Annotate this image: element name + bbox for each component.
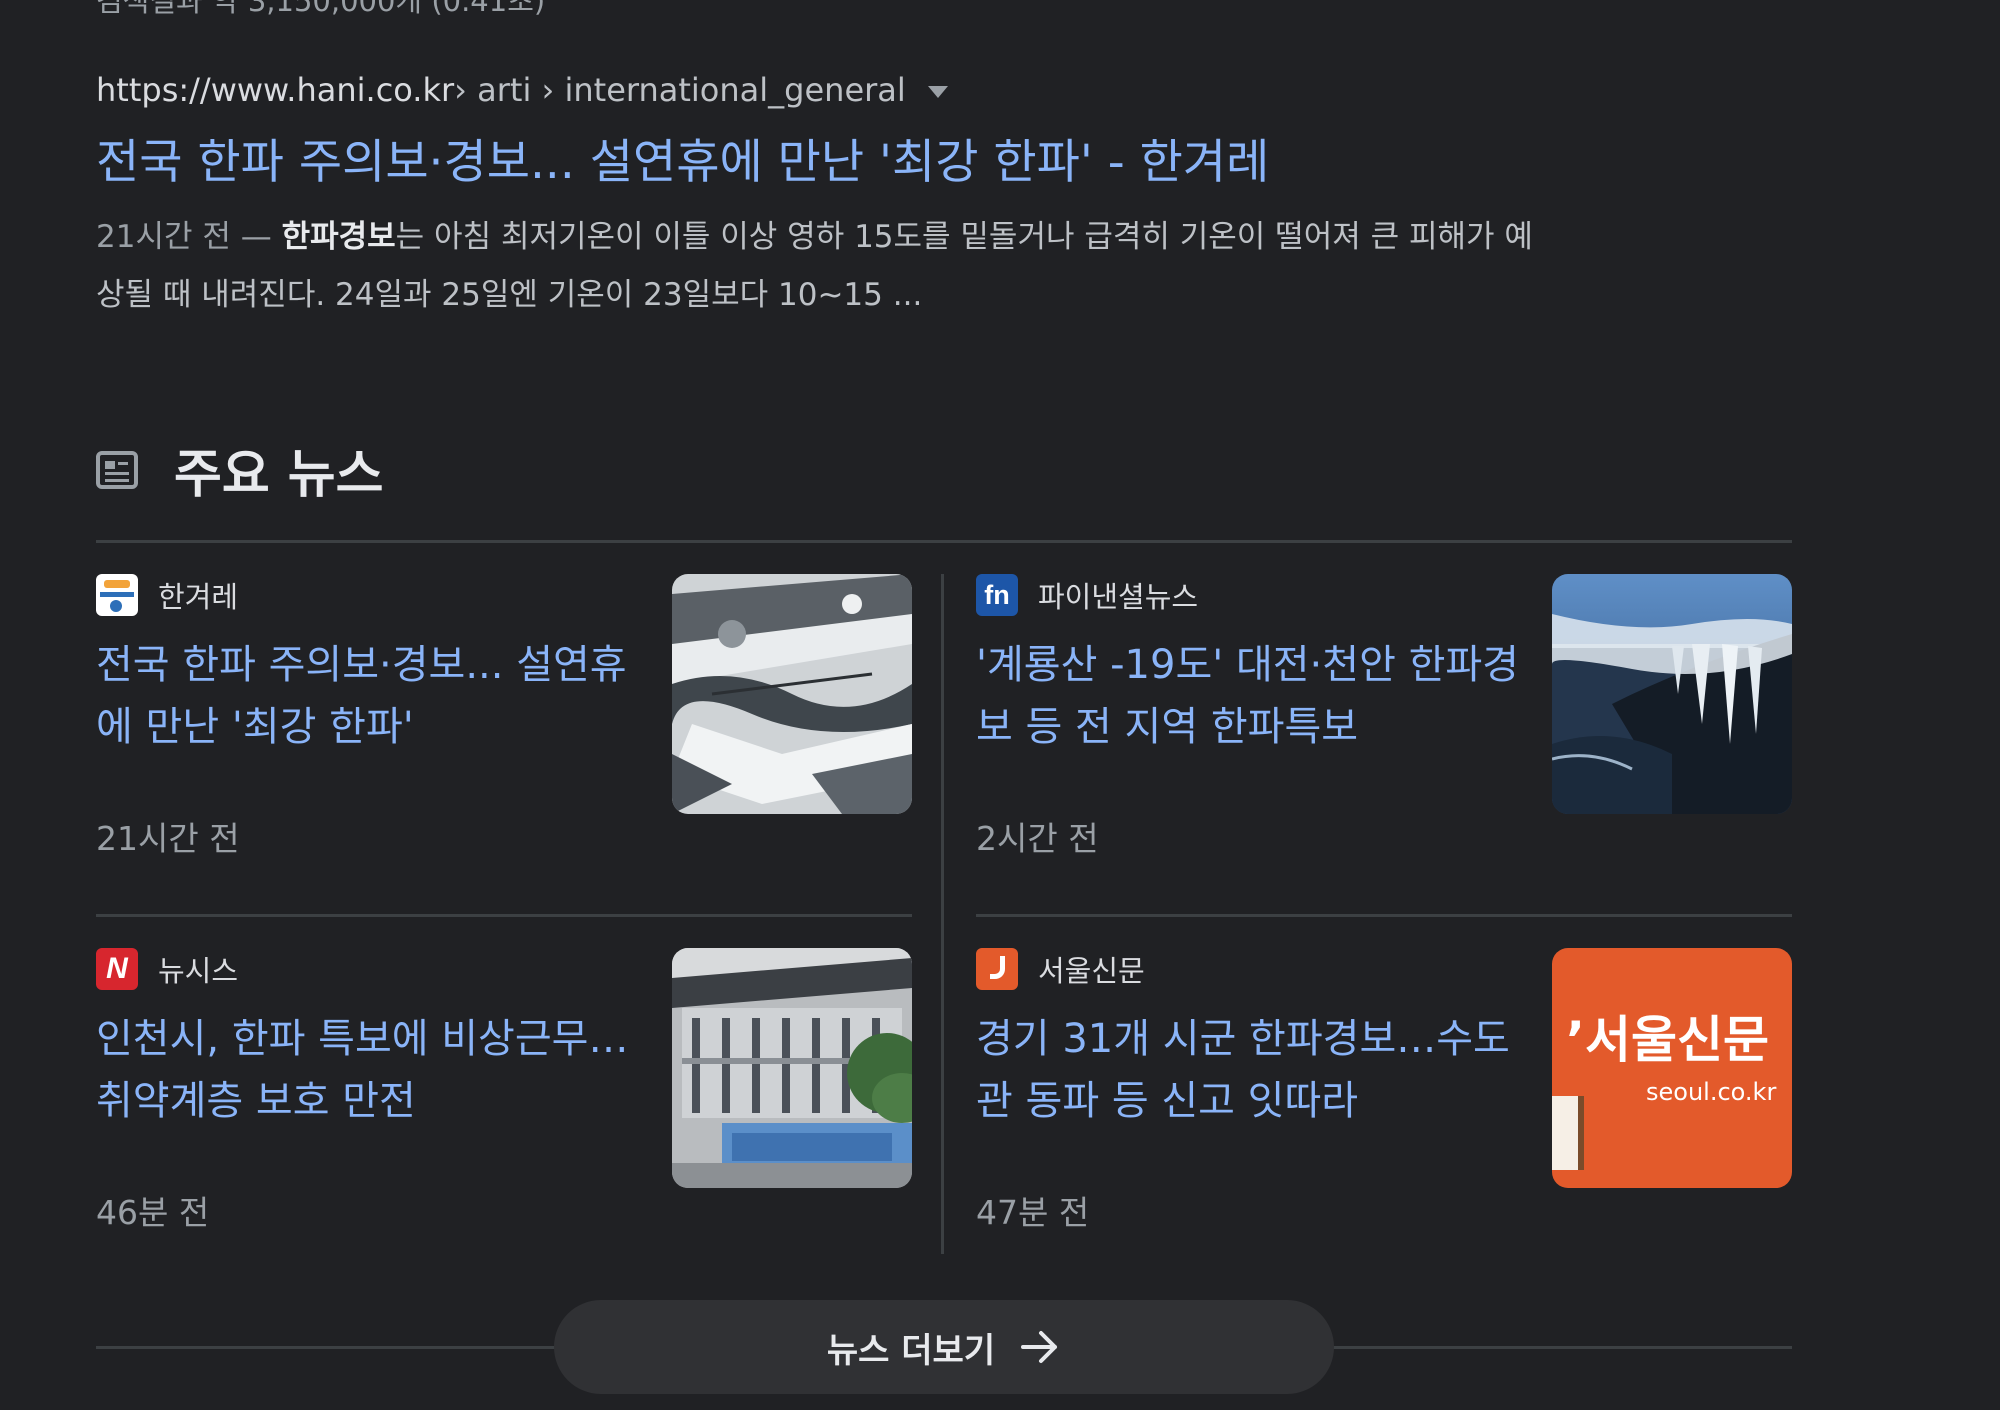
result-title-link[interactable]: 전국 한파 주의보·경보... 설연휴에 만난 '최강 한파' - 한겨레 — [96, 132, 1776, 194]
news-card[interactable]: N 뉴시스 인천시, 한파 특보에 비상근무… 취약계층 보호 만전 46분 전 — [96, 948, 912, 1308]
news-source: 한겨레 — [96, 574, 238, 616]
seoul-shinmun-logo-icon — [976, 948, 1018, 990]
news-headline-link[interactable]: '계룡산 -19도' 대전·천안 한파경보 등 전 지역 한파특보 — [976, 634, 1536, 758]
news-time: 47분 전 — [976, 1193, 1090, 1232]
result-url-base: https://www.hani.co.kr — [96, 71, 455, 109]
news-time: 21시간 전 — [96, 819, 240, 858]
news-time: 46분 전 — [96, 1193, 210, 1232]
news-card[interactable]: 서울신문 경기 31개 시군 한파경보…수도관 동파 등 신고 잇따라 47분 … — [976, 948, 1792, 1308]
news-headline-link[interactable]: 인천시, 한파 특보에 비상근무… 취약계층 보호 만전 — [96, 1008, 656, 1132]
more-options-caret-icon[interactable] — [927, 86, 948, 98]
arrow-right-icon — [1021, 1330, 1061, 1364]
result-url-path: › arti › international_general — [454, 71, 906, 109]
news-thumbnail[interactable] — [1552, 574, 1792, 814]
thumbnail-brand-title: ’서울신문 — [1566, 1011, 1769, 1069]
news-source: 서울신문 — [976, 948, 1145, 990]
news-section-header: 주요 뉴스 — [96, 432, 383, 507]
news-headline-link[interactable]: 경기 31개 시군 한파경보…수도관 동파 등 신고 잇따라 — [976, 1008, 1536, 1132]
news-source-name: 뉴시스 — [158, 954, 239, 988]
snippet-highlight: 한파경보 — [281, 219, 396, 255]
news-time: 2시간 전 — [976, 819, 1099, 858]
newsis-logo-icon: N — [96, 948, 138, 990]
news-source-name: 파이낸셜뉴스 — [1038, 580, 1199, 614]
news-thumbnail[interactable]: ’서울신문 seoul.co.kr — [1552, 948, 1792, 1188]
column-divider — [941, 574, 944, 1254]
news-source: N 뉴시스 — [96, 948, 238, 990]
section-divider — [96, 540, 1792, 543]
hani-logo-icon — [96, 574, 138, 616]
news-card[interactable]: 한겨레 전국 한파 주의보·경보... 설연휴에 만난 '최강 한파' 21시간… — [96, 574, 912, 934]
snippet-date: 21시간 전 — — [96, 219, 282, 255]
news-source: fn 파이낸셜뉴스 — [976, 574, 1198, 616]
result-url[interactable]: https://www.hani.co.kr › arti › internat… — [96, 66, 1776, 114]
news-section-title: 주요 뉴스 — [174, 445, 384, 505]
news-source-name: 한겨레 — [158, 580, 239, 614]
snippet-text-1: 는 아침 최저기온이 이틀 이상 영하 15도를 밑돌거나 급격히 기온이 떨어… — [395, 219, 1533, 255]
fn-logo-icon: fn — [976, 574, 1018, 616]
more-news-button[interactable]: 뉴스 더보기 — [554, 1300, 1334, 1394]
news-thumbnail[interactable] — [672, 574, 912, 814]
news-card[interactable]: fn 파이낸셜뉴스 '계룡산 -19도' 대전·천안 한파경보 등 전 지역 한… — [976, 574, 1792, 934]
result-count-clipped: 검색결과 약 3,150,000개 (0.41초) — [96, 0, 546, 18]
news-headline-link[interactable]: 전국 한파 주의보·경보... 설연휴에 만난 '최강 한파' — [96, 634, 656, 758]
thumbnail-brand-url: seoul.co.kr — [1646, 1078, 1777, 1106]
more-news-label: 뉴스 더보기 — [826, 1330, 996, 1371]
result-snippet: 21시간 전 — 한파경보는 아침 최저기온이 이틀 이상 영하 15도를 밑돌… — [96, 208, 1696, 324]
news-source-name: 서울신문 — [1038, 954, 1145, 988]
search-result: https://www.hani.co.kr › arti › internat… — [96, 66, 1776, 324]
newspaper-icon — [96, 450, 138, 489]
snippet-text-2: 상될 때 내려진다. 24일과 25일엔 기온이 23일보다 10~15 ... — [96, 277, 923, 313]
news-thumbnail[interactable] — [672, 948, 912, 1188]
